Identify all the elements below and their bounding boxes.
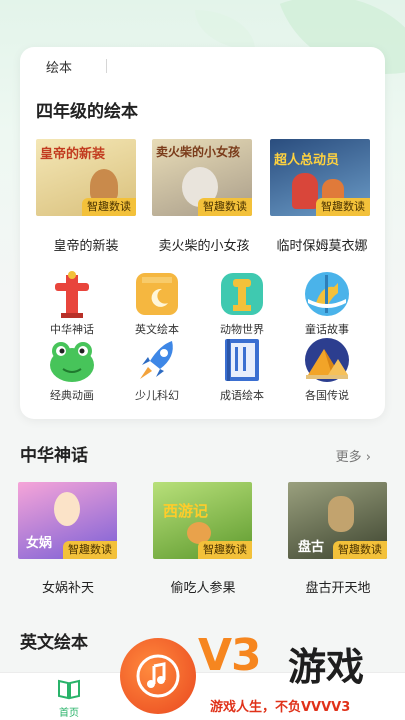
book-cover-ginseng[interactable]: 西游记 智趣数读 — [153, 482, 252, 559]
badge: 智趣数读 — [333, 541, 387, 559]
category-label: 各国传说 — [305, 389, 349, 402]
frog-icon — [44, 335, 100, 385]
book-open-icon — [58, 679, 80, 700]
badge: 智趣数读 — [198, 198, 252, 216]
book-title[interactable]: 皇帝的新装 — [26, 235, 146, 254]
pyramid-icon — [299, 335, 355, 385]
cover-illustration — [292, 173, 318, 209]
tab-picture-book[interactable]: 绘本 — [46, 57, 72, 76]
nav-home-label: 首页 — [59, 708, 79, 719]
book-cover-match-girl[interactable]: 卖火柴的小女孩 智趣数读 — [152, 139, 252, 216]
badge: 智趣数读 — [63, 541, 117, 559]
picture-book-card: 绘本 四年级的绘本 皇帝的新装 智趣数读 卖火柴的小女孩 智趣数读 超人总动员 … — [20, 47, 385, 419]
cover-title: 超人总动员 — [274, 153, 340, 168]
book-title[interactable]: 偷吃人参果 — [143, 577, 263, 596]
cover-illustration — [54, 492, 80, 526]
category-animal-world[interactable]: 动物世界 — [206, 269, 278, 337]
english-section-title: 英文绘本 — [20, 633, 88, 653]
badge: 智趣数读 — [198, 541, 252, 559]
myth-section-title: 中华神话 — [20, 446, 88, 466]
carousel-horse-icon — [299, 269, 355, 319]
rocket-icon — [129, 335, 185, 385]
watermark-logo-circle — [120, 638, 196, 714]
category-sci-fi[interactable]: 少儿科幻 — [121, 335, 193, 403]
chevron-right-icon: › — [365, 450, 371, 465]
book-cover-pangu[interactable]: 盘古 智趣数读 — [288, 482, 387, 559]
nav-home[interactable]: 首页 — [52, 678, 86, 719]
book-title[interactable]: 卖火柴的小女孩 — [142, 235, 266, 254]
cover-illustration — [328, 496, 354, 532]
cover-title: 西游记 — [163, 502, 209, 520]
book-title[interactable]: 女娲补天 — [8, 577, 128, 596]
watermark-brand: V3 — [198, 630, 262, 681]
badge: 智趣数读 — [316, 198, 370, 216]
badge: 智趣数读 — [82, 198, 136, 216]
category-fairy-tale[interactable]: 童话故事 — [291, 269, 363, 337]
book-cover-emperor[interactable]: 皇帝的新装 智趣数读 — [36, 139, 136, 216]
book-title[interactable]: 盘古开天地 — [278, 577, 398, 596]
more-link[interactable]: 更多 › — [336, 446, 371, 465]
category-label: 成语绘本 — [220, 389, 264, 402]
category-chinese-myth[interactable]: 中华神话 — [36, 269, 108, 337]
more-label: 更多 — [335, 450, 362, 465]
tab-divider — [106, 59, 107, 73]
category-english-book[interactable]: 英文绘本 — [121, 269, 193, 337]
book-moon-icon — [129, 269, 185, 319]
category-world-legends[interactable]: 各国传说 — [291, 335, 363, 403]
music-note-icon — [136, 654, 180, 698]
watermark-slogan: 游戏人生，不负VVVV3 — [210, 700, 351, 715]
book-cover-nuwa[interactable]: 女娲 智趣数读 — [18, 482, 117, 559]
giraffe-icon — [214, 269, 270, 319]
v3-watermark: V3 游戏 游戏人生，不负VVVV3 — [118, 628, 405, 720]
category-label: 经典动画 — [50, 389, 94, 402]
category-classic-animation[interactable]: 经典动画 — [36, 335, 108, 403]
watermark-game: 游戏 — [288, 645, 365, 689]
category-idiom-book[interactable]: 成语绘本 — [206, 335, 278, 403]
pillar-icon — [44, 269, 100, 319]
cover-title: 卖火柴的小女孩 — [156, 145, 241, 159]
grade-section-title: 四年级的绘本 — [36, 102, 138, 122]
category-label: 少儿科幻 — [135, 389, 179, 402]
book-cover-incredibles[interactable]: 超人总动员 智趣数读 — [270, 139, 370, 216]
book-title[interactable]: 临时保姆莫衣娜 — [260, 235, 384, 254]
tab-bar: 绘本 — [20, 47, 385, 83]
scroll-book-icon — [214, 335, 270, 385]
cover-title: 皇帝的新装 — [40, 147, 106, 162]
